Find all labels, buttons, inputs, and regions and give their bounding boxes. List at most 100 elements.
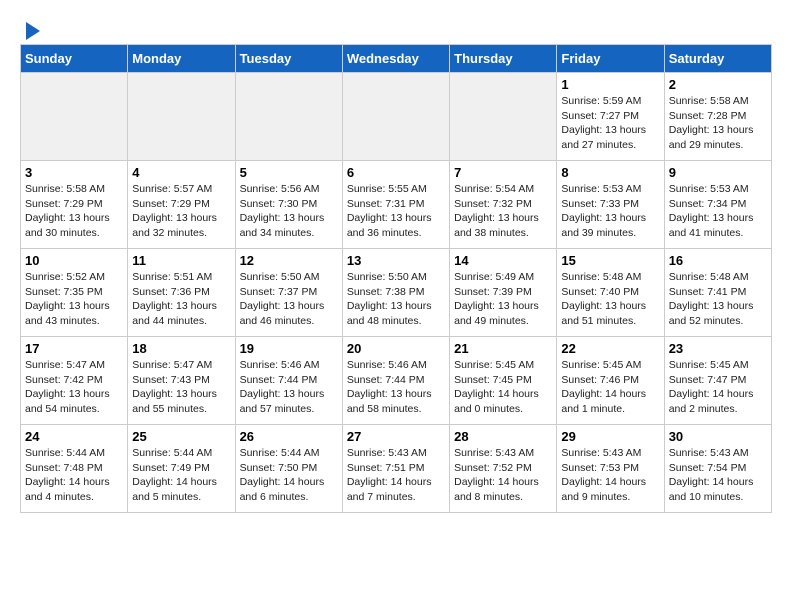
calendar-cell: 28 Sunrise: 5:43 AMSunset: 7:52 PMDayligh… (450, 425, 557, 513)
calendar-cell: 22 Sunrise: 5:45 AMSunset: 7:46 PMDayligh… (557, 337, 664, 425)
day-number: 7 (454, 165, 552, 180)
week-row-1: 1 Sunrise: 5:59 AMSunset: 7:27 PMDaylight… (21, 73, 772, 161)
day-number: 6 (347, 165, 445, 180)
day-info: Sunrise: 5:53 AMSunset: 7:33 PMDaylight:… (561, 182, 659, 241)
day-number: 30 (669, 429, 767, 444)
day-info: Sunrise: 5:56 AMSunset: 7:30 PMDaylight:… (240, 182, 338, 241)
weekday-header-tuesday: Tuesday (235, 45, 342, 73)
calendar-cell: 9 Sunrise: 5:53 AMSunset: 7:34 PMDaylight… (664, 161, 771, 249)
weekday-header-monday: Monday (128, 45, 235, 73)
calendar-cell (235, 73, 342, 161)
calendar-cell: 19Sunrise: 5:46 AMSunset: 7:44 PMDayligh… (235, 337, 342, 425)
calendar-table: SundayMondayTuesdayWednesdayThursdayFrid… (20, 44, 772, 513)
week-row-4: 17 Sunrise: 5:47 AMSunset: 7:42 PMDayligh… (21, 337, 772, 425)
week-row-3: 10Sunrise: 5:52 AMSunset: 7:35 PMDayligh… (21, 249, 772, 337)
week-row-5: 24Sunrise: 5:44 AMSunset: 7:48 PMDayligh… (21, 425, 772, 513)
day-info: Sunrise: 5:47 AMSunset: 7:43 PMDaylight:… (132, 358, 230, 417)
day-number: 8 (561, 165, 659, 180)
day-info: Sunrise: 5:49 AMSunset: 7:39 PMDaylight:… (454, 270, 552, 329)
day-info: Sunrise: 5:45 AMSunset: 7:46 PMDaylight:… (561, 358, 659, 417)
day-info: Sunrise: 5:55 AMSunset: 7:31 PMDaylight:… (347, 182, 445, 241)
day-number: 22 (561, 341, 659, 356)
day-number: 28 (454, 429, 552, 444)
calendar-cell: 2 Sunrise: 5:58 AMSunset: 7:28 PMDaylight… (664, 73, 771, 161)
day-number: 3 (25, 165, 123, 180)
logo-arrow-icon (22, 20, 44, 42)
day-info: Sunrise: 5:45 AMSunset: 7:47 PMDaylight:… (669, 358, 767, 417)
calendar-cell: 11 Sunrise: 5:51 AMSunset: 7:36 PMDayligh… (128, 249, 235, 337)
calendar-header-row: SundayMondayTuesdayWednesdayThursdayFrid… (21, 45, 772, 73)
day-info: Sunrise: 5:58 AMSunset: 7:28 PMDaylight:… (669, 94, 767, 153)
calendar-cell: 14 Sunrise: 5:49 AMSunset: 7:39 PMDayligh… (450, 249, 557, 337)
day-info: Sunrise: 5:51 AMSunset: 7:36 PMDaylight:… (132, 270, 230, 329)
calendar-cell: 29Sunrise: 5:43 AMSunset: 7:53 PMDayligh… (557, 425, 664, 513)
day-info: Sunrise: 5:44 AMSunset: 7:49 PMDaylight:… (132, 446, 230, 505)
day-info: Sunrise: 5:43 AMSunset: 7:52 PMDaylight:… (454, 446, 552, 505)
calendar-cell: 5 Sunrise: 5:56 AMSunset: 7:30 PMDaylight… (235, 161, 342, 249)
calendar-cell: 25 Sunrise: 5:44 AMSunset: 7:49 PMDayligh… (128, 425, 235, 513)
calendar-cell: 18 Sunrise: 5:47 AMSunset: 7:43 PMDayligh… (128, 337, 235, 425)
day-info: Sunrise: 5:45 AMSunset: 7:45 PMDaylight:… (454, 358, 552, 417)
day-info: Sunrise: 5:50 AMSunset: 7:38 PMDaylight:… (347, 270, 445, 329)
day-info: Sunrise: 5:47 AMSunset: 7:42 PMDaylight:… (25, 358, 123, 417)
weekday-header-wednesday: Wednesday (342, 45, 449, 73)
day-number: 18 (132, 341, 230, 356)
day-number: 16 (669, 253, 767, 268)
day-number: 24 (25, 429, 123, 444)
day-info: Sunrise: 5:43 AMSunset: 7:51 PMDaylight:… (347, 446, 445, 505)
weekday-header-saturday: Saturday (664, 45, 771, 73)
calendar-cell: 17 Sunrise: 5:47 AMSunset: 7:42 PMDayligh… (21, 337, 128, 425)
calendar-cell: 15 Sunrise: 5:48 AMSunset: 7:40 PMDayligh… (557, 249, 664, 337)
day-info: Sunrise: 5:58 AMSunset: 7:29 PMDaylight:… (25, 182, 123, 241)
calendar-cell: 23 Sunrise: 5:45 AMSunset: 7:47 PMDayligh… (664, 337, 771, 425)
weekday-header-sunday: Sunday (21, 45, 128, 73)
day-number: 13 (347, 253, 445, 268)
day-number: 25 (132, 429, 230, 444)
day-info: Sunrise: 5:57 AMSunset: 7:29 PMDaylight:… (132, 182, 230, 241)
day-number: 15 (561, 253, 659, 268)
calendar-cell: 21 Sunrise: 5:45 AMSunset: 7:45 PMDayligh… (450, 337, 557, 425)
day-number: 12 (240, 253, 338, 268)
day-number: 27 (347, 429, 445, 444)
day-info: Sunrise: 5:48 AMSunset: 7:41 PMDaylight:… (669, 270, 767, 329)
calendar-cell: 27 Sunrise: 5:43 AMSunset: 7:51 PMDayligh… (342, 425, 449, 513)
day-info: Sunrise: 5:48 AMSunset: 7:40 PMDaylight:… (561, 270, 659, 329)
weekday-header-thursday: Thursday (450, 45, 557, 73)
day-number: 21 (454, 341, 552, 356)
calendar-cell (342, 73, 449, 161)
day-info: Sunrise: 5:50 AMSunset: 7:37 PMDaylight:… (240, 270, 338, 329)
day-info: Sunrise: 5:52 AMSunset: 7:35 PMDaylight:… (25, 270, 123, 329)
day-number: 14 (454, 253, 552, 268)
day-info: Sunrise: 5:44 AMSunset: 7:50 PMDaylight:… (240, 446, 338, 505)
weekday-header-friday: Friday (557, 45, 664, 73)
calendar-cell: 13 Sunrise: 5:50 AMSunset: 7:38 PMDayligh… (342, 249, 449, 337)
page-header (20, 20, 772, 36)
day-number: 9 (669, 165, 767, 180)
calendar-cell: 30 Sunrise: 5:43 AMSunset: 7:54 PMDayligh… (664, 425, 771, 513)
day-info: Sunrise: 5:53 AMSunset: 7:34 PMDaylight:… (669, 182, 767, 241)
day-number: 4 (132, 165, 230, 180)
calendar-cell: 8 Sunrise: 5:53 AMSunset: 7:33 PMDaylight… (557, 161, 664, 249)
calendar-cell: 6 Sunrise: 5:55 AMSunset: 7:31 PMDaylight… (342, 161, 449, 249)
day-number: 17 (25, 341, 123, 356)
logo (20, 20, 44, 36)
week-row-2: 3 Sunrise: 5:58 AMSunset: 7:29 PMDaylight… (21, 161, 772, 249)
calendar-cell (21, 73, 128, 161)
day-number: 1 (561, 77, 659, 92)
calendar-cell: 16 Sunrise: 5:48 AMSunset: 7:41 PMDayligh… (664, 249, 771, 337)
day-info: Sunrise: 5:43 AMSunset: 7:54 PMDaylight:… (669, 446, 767, 505)
day-number: 29 (561, 429, 659, 444)
day-number: 11 (132, 253, 230, 268)
day-number: 19 (240, 341, 338, 356)
calendar-cell: 7 Sunrise: 5:54 AMSunset: 7:32 PMDaylight… (450, 161, 557, 249)
calendar-cell: 3 Sunrise: 5:58 AMSunset: 7:29 PMDaylight… (21, 161, 128, 249)
day-number: 23 (669, 341, 767, 356)
day-number: 20 (347, 341, 445, 356)
day-number: 2 (669, 77, 767, 92)
day-info: Sunrise: 5:54 AMSunset: 7:32 PMDaylight:… (454, 182, 552, 241)
calendar-cell (128, 73, 235, 161)
calendar-cell: 20Sunrise: 5:46 AMSunset: 7:44 PMDayligh… (342, 337, 449, 425)
day-info: Sunrise: 5:59 AMSunset: 7:27 PMDaylight:… (561, 94, 659, 153)
calendar-cell: 10Sunrise: 5:52 AMSunset: 7:35 PMDayligh… (21, 249, 128, 337)
day-number: 5 (240, 165, 338, 180)
